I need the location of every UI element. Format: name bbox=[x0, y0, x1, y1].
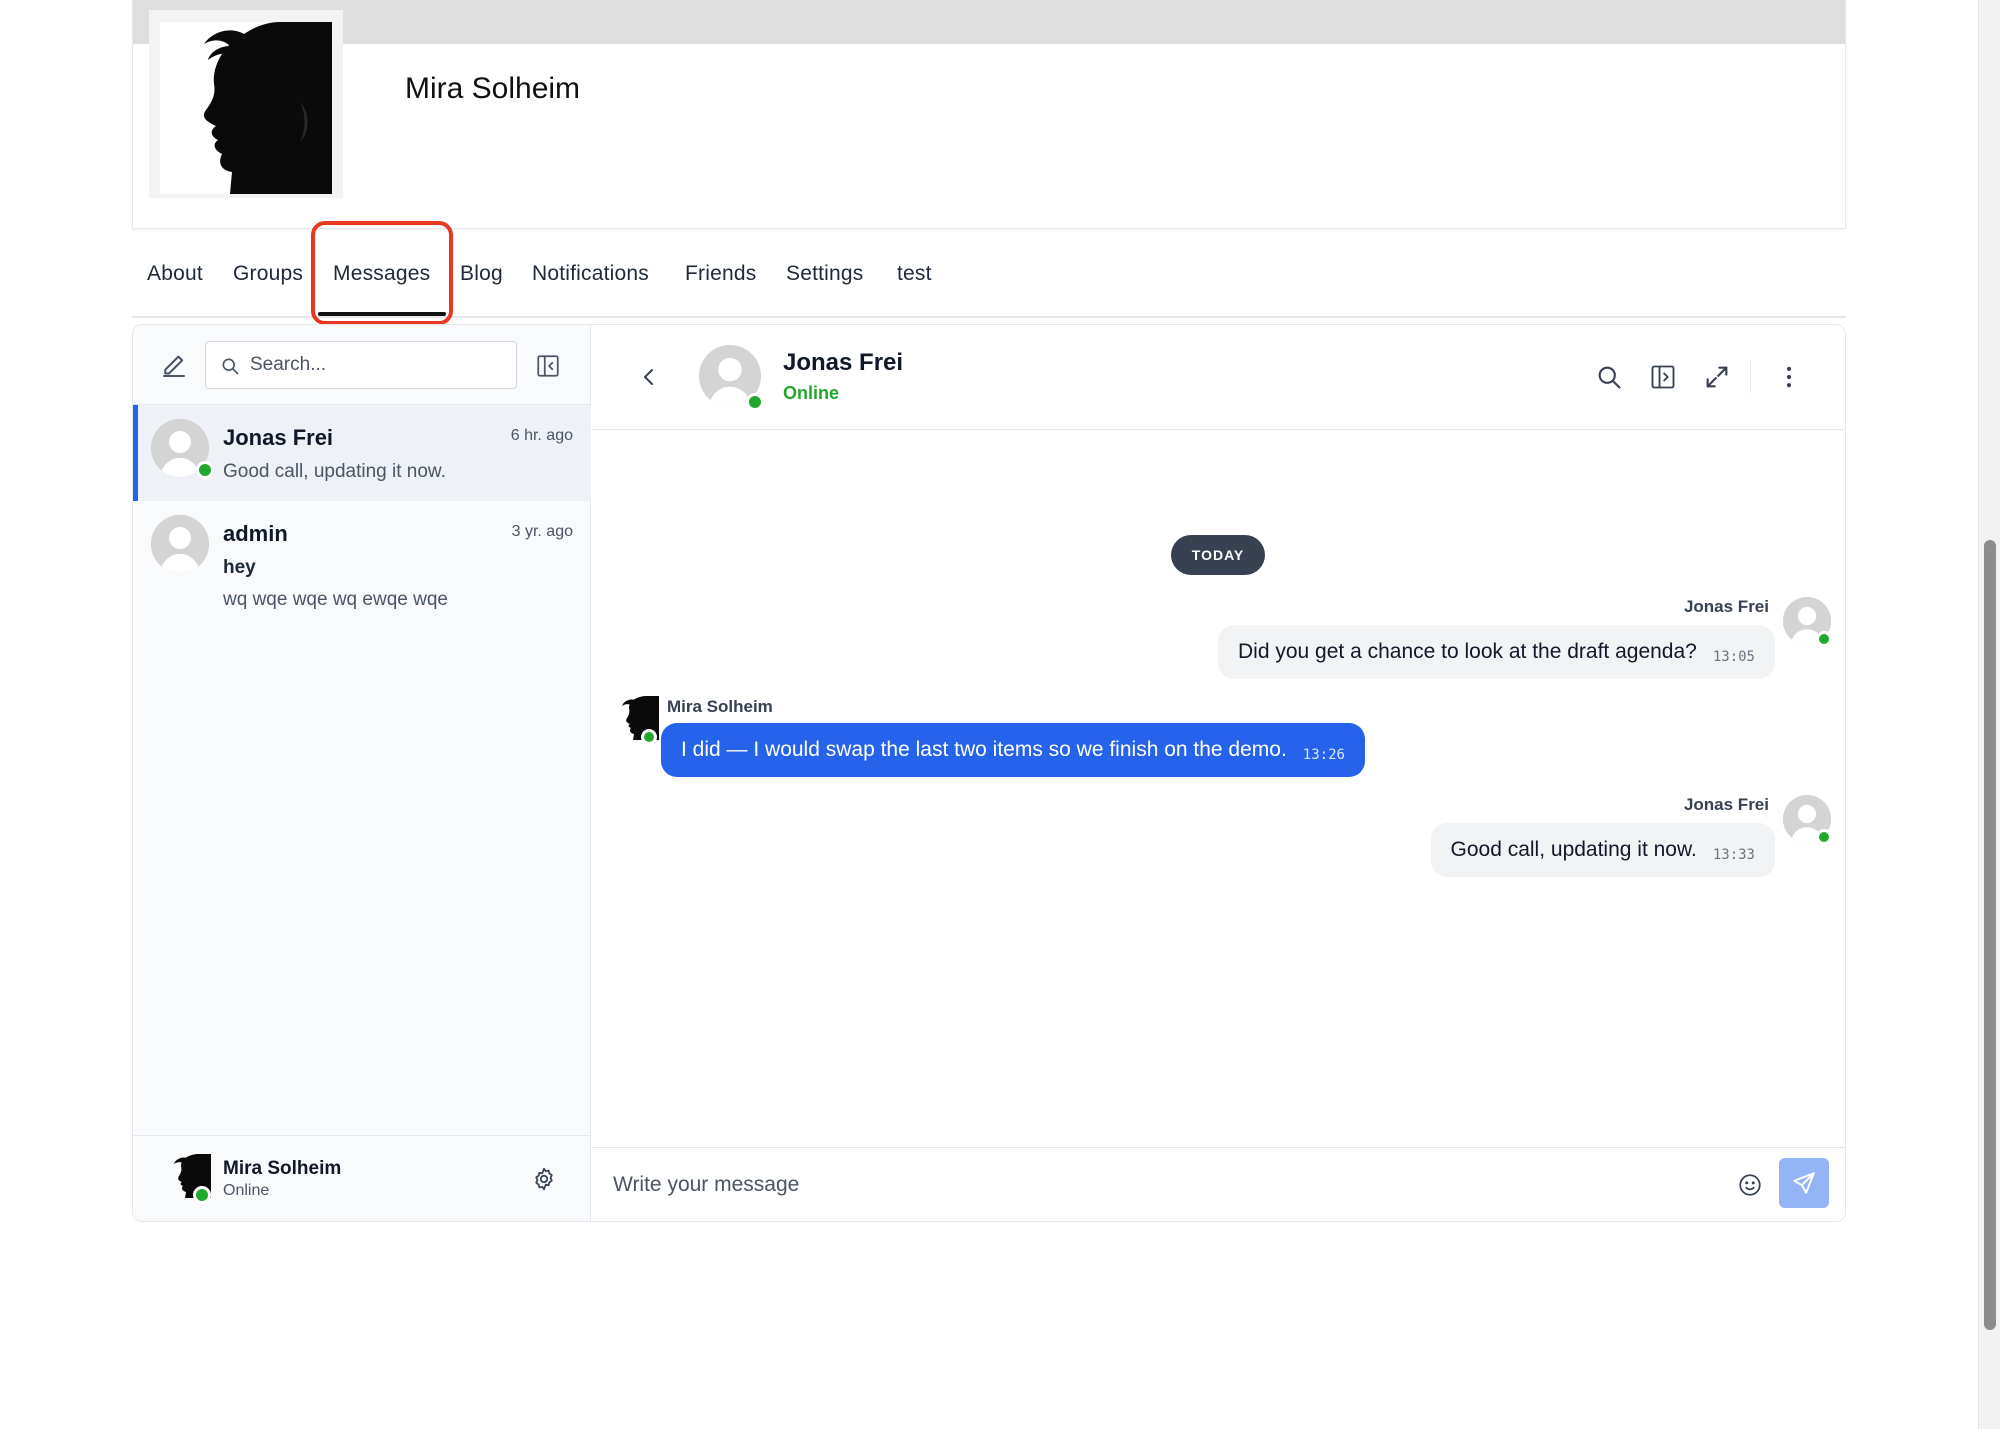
message-text: Did you get a chance to look at the draf… bbox=[1238, 640, 1697, 663]
conversation-name: Jonas Frei bbox=[223, 425, 334, 450]
day-separator: TODAY bbox=[1171, 535, 1265, 575]
tab-notifications[interactable]: Notifications bbox=[532, 262, 649, 286]
chat-header: Jonas Frei Online bbox=[591, 325, 1845, 430]
online-indicator bbox=[193, 1186, 211, 1204]
sidebar-toolbar bbox=[133, 325, 590, 405]
conversation-preview-subject: hey bbox=[223, 557, 256, 578]
conversation-preview: wq wqe wqe wq ewqe wqe bbox=[223, 589, 448, 610]
profile-tabs: About Groups Messages Blog Notifications… bbox=[132, 246, 1846, 318]
message-time: 13:26 bbox=[1302, 747, 1345, 763]
message-composer bbox=[591, 1147, 1845, 1221]
message-sender: Jonas Frei bbox=[1683, 597, 1769, 616]
search-icon[interactable] bbox=[1595, 363, 1623, 391]
online-indicator bbox=[1816, 829, 1832, 845]
search-icon bbox=[220, 356, 240, 376]
cover-image bbox=[133, 0, 1845, 44]
chat-panel: Jonas Frei Online TODAY Jonas Frei Did y… bbox=[591, 325, 1845, 1221]
message-sender: Mira Solheim bbox=[667, 697, 773, 716]
conversation-time: 3 yr. ago bbox=[511, 523, 573, 540]
online-indicator bbox=[746, 393, 764, 411]
current-user-footer: Mira Solheim Online bbox=[133, 1135, 590, 1221]
conversation-name: admin bbox=[223, 521, 288, 546]
search-box[interactable] bbox=[205, 341, 517, 389]
conversation-preview: Good call, updating it now. bbox=[223, 461, 446, 482]
tab-about[interactable]: About bbox=[147, 262, 203, 286]
send-button[interactable] bbox=[1779, 1158, 1829, 1208]
tab-friends[interactable]: Friends bbox=[685, 262, 756, 286]
tab-blog[interactable]: Blog bbox=[460, 262, 503, 286]
message-input[interactable] bbox=[613, 1162, 1713, 1208]
emoji-icon[interactable] bbox=[1737, 1172, 1763, 1198]
avatar bbox=[151, 515, 209, 573]
profile-photo[interactable] bbox=[160, 22, 332, 194]
online-indicator bbox=[1816, 631, 1832, 647]
tab-settings[interactable]: Settings bbox=[786, 262, 863, 286]
tab-messages[interactable]: Messages bbox=[333, 262, 430, 286]
header-divider bbox=[1750, 361, 1751, 393]
search-input[interactable] bbox=[250, 342, 510, 388]
tab-groups[interactable]: Groups bbox=[233, 262, 303, 286]
online-indicator bbox=[196, 461, 214, 479]
profile-name: Mira Solheim bbox=[405, 72, 581, 105]
online-indicator bbox=[641, 729, 657, 745]
message-time: 13:33 bbox=[1712, 847, 1755, 863]
message-bubble[interactable]: Did you get a chance to look at the draf… bbox=[1218, 625, 1775, 679]
message-time: 13:05 bbox=[1712, 649, 1755, 665]
profile-header: Mira Solheim bbox=[132, 0, 1846, 229]
message-bubble[interactable]: I did — I would swap the last two items … bbox=[661, 723, 1365, 777]
message-text: I did — I would swap the last two items … bbox=[681, 738, 1287, 761]
settings-gear-icon[interactable] bbox=[531, 1166, 557, 1192]
expand-icon[interactable] bbox=[1703, 363, 1731, 391]
chat-contact-name: Jonas Frei bbox=[783, 349, 904, 376]
conversation-sidebar: Jonas Frei 6 hr. ago Good call, updating… bbox=[133, 325, 591, 1221]
chat-contact-status: Online bbox=[783, 383, 840, 403]
current-user-status: Online bbox=[223, 1182, 270, 1199]
message-sender: Jonas Frei bbox=[1683, 795, 1769, 814]
more-vertical-icon[interactable] bbox=[1775, 363, 1803, 391]
chevron-left-icon[interactable] bbox=[637, 365, 661, 389]
conversation-time: 6 hr. ago bbox=[510, 427, 573, 444]
scrollbar-thumb[interactable] bbox=[1984, 540, 1996, 1330]
message-text: Good call, updating it now. bbox=[1450, 838, 1697, 861]
compose-icon[interactable] bbox=[159, 351, 189, 381]
conversation-item-admin[interactable]: admin 3 yr. ago hey wq wqe wqe wq ewqe w… bbox=[133, 501, 591, 619]
conversation-item-jonas-frei[interactable]: Jonas Frei 6 hr. ago Good call, updating… bbox=[133, 405, 591, 501]
collapse-sidebar-icon[interactable] bbox=[535, 353, 561, 379]
message-bubble[interactable]: Good call, updating it now. 13:33 bbox=[1430, 823, 1775, 877]
panel-toggle-icon[interactable] bbox=[1649, 363, 1677, 391]
page-scrollbar[interactable] bbox=[1978, 0, 2000, 1429]
messenger-panel: Jonas Frei 6 hr. ago Good call, updating… bbox=[132, 324, 1846, 1222]
tab-test[interactable]: test bbox=[897, 262, 932, 286]
send-icon bbox=[1793, 1172, 1815, 1194]
current-user-name: Mira Solheim bbox=[223, 1158, 342, 1179]
active-tab-indicator bbox=[318, 312, 446, 316]
